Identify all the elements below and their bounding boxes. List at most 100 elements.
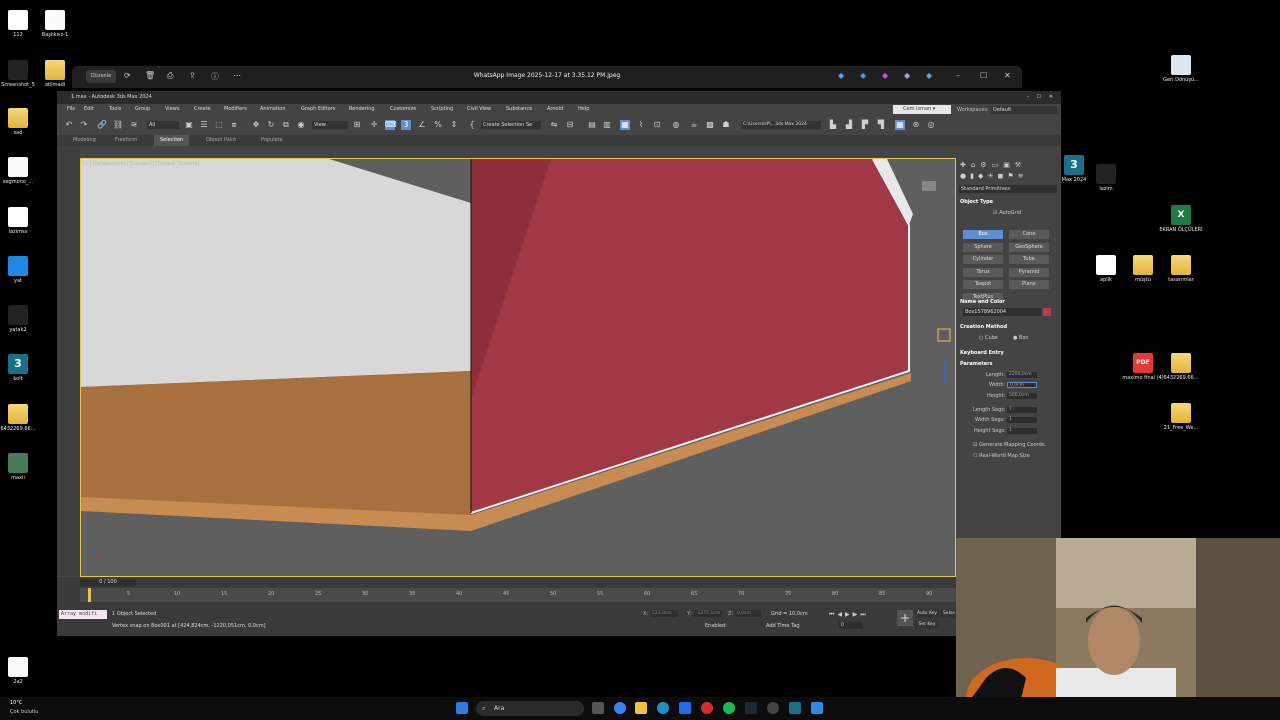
move-icon[interactable]: ✥ — [251, 120, 261, 130]
autogrid-checkbox[interactable]: ☑ AutoGrid — [993, 210, 1021, 216]
creation-method-header[interactable]: Creation Method — [960, 324, 1007, 330]
select-object-icon[interactable]: ▣ — [184, 120, 194, 130]
primitive-tube-button[interactable]: Tube — [1009, 255, 1049, 264]
menu-scripting[interactable]: Scripting — [431, 104, 453, 115]
menu-civil-view[interactable]: Civil View — [467, 104, 491, 115]
ribbon-tab-populate[interactable]: Populate — [261, 135, 283, 146]
primitive-sphere-button[interactable]: Sphere — [963, 242, 1003, 252]
task-view-icon[interactable] — [592, 702, 604, 714]
close-icon[interactable]: ✕ — [1049, 91, 1053, 104]
menu-graph-editors[interactable]: Graph Editors — [301, 104, 335, 115]
object-name-field[interactable]: Box1578962004 — [963, 308, 1041, 316]
height-spinner[interactable]: 500,0cm — [1007, 393, 1037, 399]
taskbar-search[interactable]: ⌕ Ara — [476, 701, 584, 716]
time-slider[interactable]: 0 / 100 — [80, 579, 136, 586]
desktop-icon[interactable]: 6432269.66... — [0, 404, 48, 432]
pivot-icon[interactable]: ⊞ — [352, 120, 362, 130]
edit-named-sel-icon[interactable]: { — [467, 120, 477, 130]
primitive-teapot-button[interactable]: Teapot — [963, 280, 1003, 289]
menu-file[interactable]: File — [67, 104, 75, 115]
current-frame-marker[interactable] — [88, 588, 91, 602]
app-icon-4[interactable]: ◆ — [904, 71, 910, 80]
width-segs-spinner[interactable]: 1 — [1007, 417, 1037, 423]
menu-customize[interactable]: Customize — [390, 104, 416, 115]
category-dropdown[interactable]: Standard Primitives — [959, 185, 1057, 193]
ribbon-tab-modeling[interactable]: Modeling — [73, 135, 96, 146]
primitive-box-button[interactable]: Box — [963, 230, 1003, 239]
menu-rendering[interactable]: Rendering — [349, 104, 375, 115]
photos-icon[interactable] — [811, 702, 823, 714]
minimize-icon[interactable]: – — [956, 71, 960, 80]
height-segs-spinner[interactable]: 1 — [1007, 428, 1037, 434]
auto-key-button[interactable]: Auto Key — [915, 610, 939, 618]
maxscript-listener[interactable]: Array modifi — [59, 610, 107, 619]
edge-icon[interactable] — [657, 702, 669, 714]
key-mode-icon[interactable]: + — [897, 610, 913, 626]
mirror-icon[interactable]: ⇋ — [549, 120, 559, 130]
curve-editor-icon[interactable]: ⌇ — [636, 120, 646, 130]
chrome-icon[interactable] — [614, 702, 626, 714]
primitive-cylinder-button[interactable]: Cylinder — [963, 255, 1003, 264]
track-bar[interactable]: 5 10 15 20 25 30 35 40 45 50 55 60 65 70 75 80 85 90 — [80, 588, 956, 602]
viewport-layout-icon[interactable]: ▦ — [895, 120, 905, 130]
cube-radio[interactable]: ○ Cube — [979, 335, 998, 341]
render-icon[interactable]: ☗ — [721, 120, 731, 130]
name-color-header[interactable]: Name and Color — [960, 299, 1005, 305]
schematic-view-icon[interactable]: ⊡ — [652, 120, 662, 130]
desktop-icon[interactable]: tasarımlar — [1151, 255, 1211, 283]
perspective-viewport[interactable]: [+] [Perspective] [Standard] [Default Sh… — [80, 158, 956, 577]
project-open-icon[interactable]: ▟ — [844, 120, 854, 130]
desktop-icon[interactable]: 2a2 — [0, 657, 48, 685]
length-spinner[interactable]: 2200,0cm — [1007, 372, 1037, 378]
desktop-icon[interactable]: lazim — [1076, 164, 1136, 192]
set-key-button[interactable]: Set Key — [915, 621, 939, 629]
arnold-icon[interactable]: ◎ — [926, 120, 936, 130]
width-spinner[interactable]: 0,0cm — [1007, 382, 1037, 388]
start-icon[interactable] — [456, 702, 468, 714]
toggle-ribbon-icon[interactable]: ▥ — [602, 120, 612, 130]
render-setup-icon[interactable]: ☕ — [689, 120, 699, 130]
app-icon-1[interactable]: ◆ — [838, 71, 844, 80]
undo-icon[interactable]: ↶ — [64, 120, 74, 130]
window-crossing-icon[interactable]: ⧈ — [229, 120, 239, 130]
scene-explorer-icon[interactable]: ⊛ — [911, 120, 921, 130]
app-icon-5[interactable]: ◆ — [926, 71, 932, 80]
minimize-icon[interactable]: – — [1027, 91, 1030, 104]
opera-icon[interactable] — [701, 702, 713, 714]
scale-icon[interactable]: ⧉ — [281, 120, 291, 130]
spinner-snap-icon[interactable]: ⇕ — [449, 120, 459, 130]
selection-filter-dropdown[interactable]: All — [147, 121, 179, 129]
playback-controls[interactable]: ⏮◀▶▶⏭ — [829, 611, 869, 619]
primitive-torus-button[interactable]: Torus — [963, 267, 1003, 277]
app-icon-3[interactable]: ◆ — [882, 71, 888, 80]
x-coord-field[interactable]: 223,0cm — [650, 610, 678, 617]
unlink-icon[interactable]: ⛓ — [113, 120, 123, 130]
keyboard-entry-header[interactable]: Keyboard Entry — [960, 350, 1004, 356]
object-color-swatch[interactable] — [1043, 308, 1051, 316]
length-segs-spinner[interactable]: 1 — [1007, 407, 1037, 413]
menu-help[interactable]: Help — [578, 104, 589, 115]
desktop-icon[interactable]: X EKRAN ÖLÇÜLERİ — [1151, 205, 1211, 233]
y-coord-field[interactable]: -1277,1cm — [694, 610, 722, 617]
graphite-icon[interactable]: ▦ — [620, 120, 630, 130]
object-type-header[interactable]: Object Type — [960, 199, 993, 205]
add-time-tag[interactable]: Add Time Tag — [766, 623, 800, 629]
create-subtabs[interactable]: ●▮◆☀◼⚑≋ — [960, 172, 1028, 180]
menu-substance[interactable]: Substance — [506, 104, 532, 115]
desktop-icon[interactable]: lazimss — [0, 207, 48, 235]
panel-tabs[interactable]: ✚⌂⚙▭▣⚒ — [960, 161, 1026, 169]
menu-tools[interactable]: Tools — [109, 104, 121, 115]
select-by-name-icon[interactable]: ☰ — [199, 120, 209, 130]
rect-selection-icon[interactable]: ⬚ — [214, 120, 224, 130]
link-icon[interactable]: 🔗 — [97, 120, 107, 130]
rendered-frame-icon[interactable]: ▩ — [705, 120, 715, 130]
project-folder-icon[interactable]: ▙ — [828, 120, 838, 130]
user-account-button[interactable]: Cem Isman ▾ — [893, 105, 951, 114]
desktop-icon[interactable]: sad — [0, 108, 48, 136]
workspace-dropdown[interactable]: Default — [991, 106, 1057, 114]
percent-snap-icon[interactable]: % — [433, 120, 443, 130]
redo-icon[interactable]: ↷ — [79, 120, 89, 130]
snaps-toggle-icon[interactable]: 3 — [401, 120, 411, 130]
desktop-icon[interactable]: maxii — [0, 453, 48, 481]
menu-group[interactable]: Group — [135, 104, 150, 115]
